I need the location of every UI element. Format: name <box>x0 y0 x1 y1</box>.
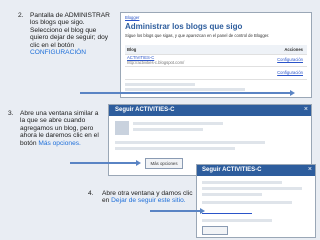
arrow-step-4 <box>150 210 202 212</box>
screenshot-administrar: Blogger Administrar los blogs que sigo S… <box>120 12 312 98</box>
placeholder-block <box>115 147 235 150</box>
mas-opciones-button[interactable]: Más opciones <box>145 158 183 169</box>
arrow-step-2 <box>80 92 290 94</box>
col-action-header: Acciones <box>284 47 303 52</box>
configuracion-link[interactable]: Configuración <box>277 70 303 75</box>
step-3-highlight: Más opciones. <box>38 139 81 147</box>
placeholder-block <box>202 193 262 196</box>
close-icon[interactable]: × <box>308 166 312 173</box>
avatar <box>115 121 129 135</box>
administrar-heading: Administrar los blogs que sigo <box>125 22 243 31</box>
administrar-intro: Sigue los blogs que sigas, y que aparezc… <box>125 33 270 38</box>
placeholder-block <box>202 181 282 184</box>
arrow-step-3-head <box>136 160 141 166</box>
placeholder-block <box>125 88 245 91</box>
col-blog-header: Blog <box>127 47 137 52</box>
step-4-number: 4. <box>88 190 94 197</box>
placeholder-block <box>202 219 272 222</box>
placeholder-block <box>115 141 265 144</box>
dialog-button[interactable] <box>202 226 228 235</box>
step-3-number: 3. <box>8 110 14 117</box>
placeholder-block <box>202 201 292 204</box>
step-4-highlight: Dejar de seguir este sitio. <box>111 197 186 205</box>
table-row: ACTIVITIES-C http://activities-c.blogspo… <box>125 55 307 67</box>
configuracion-link[interactable]: Configuración <box>277 57 303 62</box>
placeholder-block <box>133 128 203 131</box>
step-2-number: 2. <box>18 12 24 19</box>
close-icon[interactable]: × <box>304 106 308 113</box>
blog-url: http://activities-c.blogspot.com/ <box>127 60 185 65</box>
placeholder-block <box>133 122 223 125</box>
table-row: Configuración <box>125 68 307 80</box>
table-header: Blog Acciones <box>125 45 307 55</box>
seguir-dialog-title: Seguir ACTIVITIES-C <box>109 105 311 116</box>
placeholder-block <box>125 83 195 86</box>
step-3: 3. Abre una ventana similar a la que se … <box>8 110 99 170</box>
step-2-highlight: CONFIGURACIÓN <box>30 49 87 57</box>
step-2: 2. Pantalla de ADMINISTRAR los blogs que… <box>18 12 110 82</box>
dejar-de-seguir-link[interactable] <box>202 209 252 214</box>
placeholder-block <box>202 187 302 190</box>
arrow-step-2-head <box>290 90 295 96</box>
dejar-dialog-title: Seguir ACTIVITIES-C <box>197 165 315 176</box>
step-2-text: Pantalla de ADMINISTRAR los blogs que si… <box>30 12 110 49</box>
blogger-top-link[interactable]: Blogger <box>125 15 139 20</box>
screenshot-dejar-de-seguir: Seguir ACTIVITIES-C × <box>196 164 316 238</box>
arrow-step-3 <box>70 162 136 164</box>
arrow-step-4-head <box>200 208 205 214</box>
